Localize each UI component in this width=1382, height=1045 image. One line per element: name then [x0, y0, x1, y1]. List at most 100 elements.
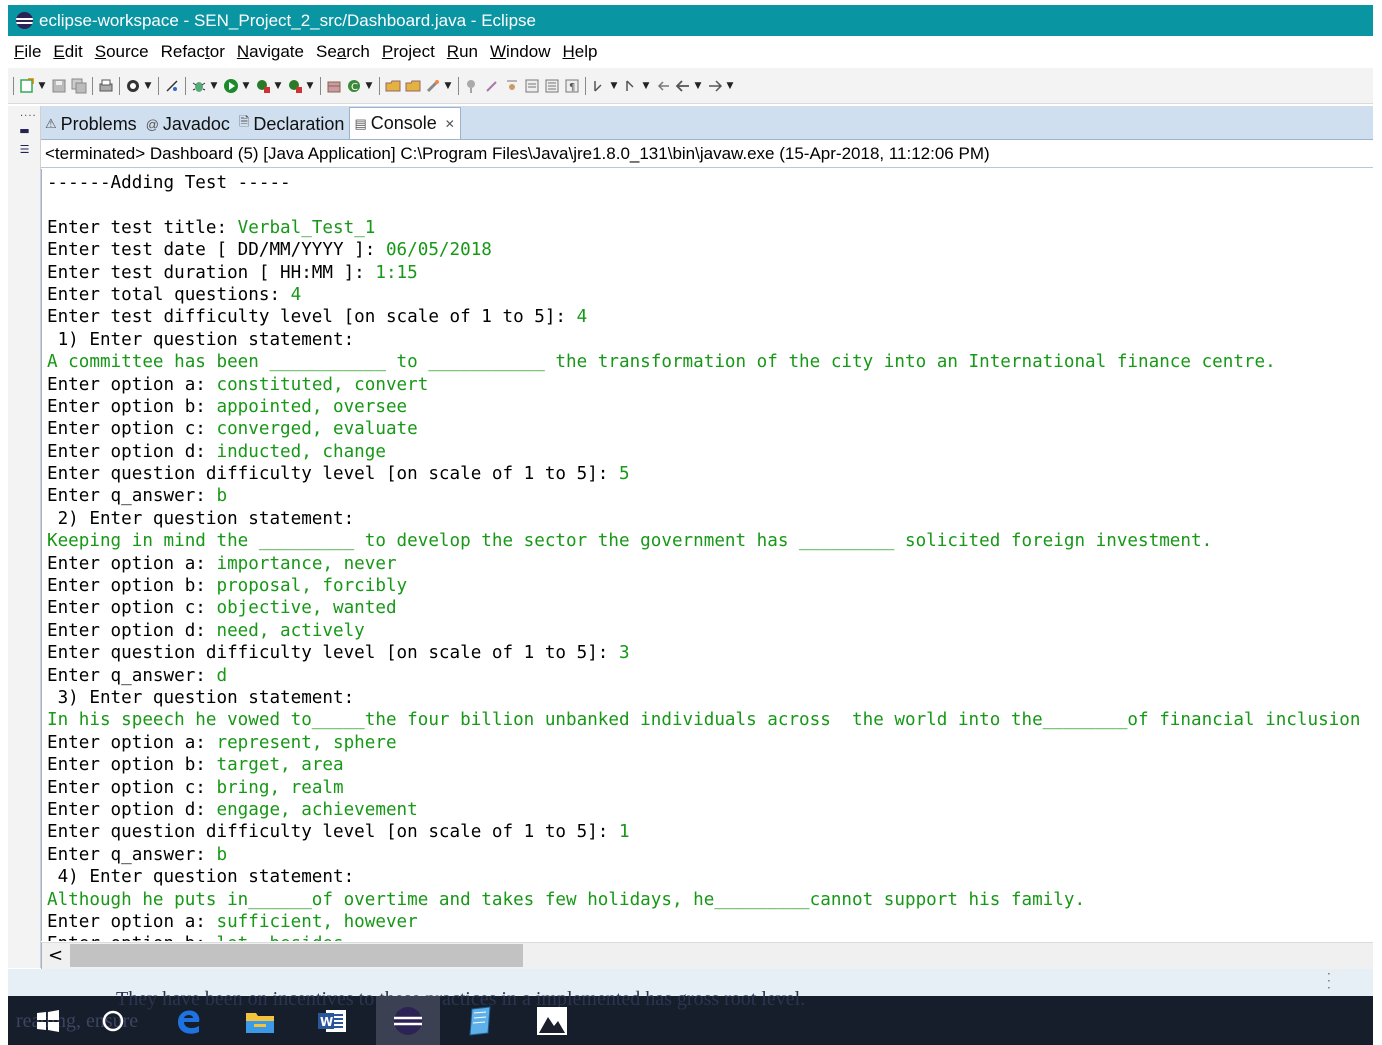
console-prompt-text: Enter test title:	[47, 217, 238, 238]
console-line: Enter question difficulty level [on scal…	[47, 463, 1360, 485]
eclipse-icon[interactable]	[376, 996, 440, 1045]
menu-run[interactable]: Run	[441, 42, 484, 62]
tab-console[interactable]: ▤ Console ✕	[349, 107, 461, 139]
main-toolbar: ▼ ▼ ▼ ▼ ▼ ▼ C ▼ ▼ ¶ ▼ ▼ ▼ ▼	[8, 68, 1373, 104]
console-prompt-text: Enter test date [ DD/MM/YYYY ]:	[47, 240, 386, 261]
back-icon[interactable]	[674, 77, 692, 95]
forward-icon[interactable]	[706, 77, 724, 95]
tab-javadoc[interactable]: @ Javadoc	[142, 109, 235, 139]
print-icon[interactable]	[97, 77, 115, 95]
skip-breakpoints-icon[interactable]	[163, 77, 181, 95]
new-class-dropdown-icon[interactable]: ▼	[364, 77, 374, 95]
console-line: Enter option b: proposal, forcibly	[47, 575, 1360, 597]
edge-icon[interactable]	[170, 1004, 206, 1038]
pin-icon[interactable]	[463, 77, 481, 95]
debug-config-dropdown-icon[interactable]: ▼	[143, 77, 153, 95]
annotation-icon[interactable]	[503, 77, 521, 95]
open-type-icon[interactable]	[384, 77, 402, 95]
console-user-input: b	[216, 844, 228, 865]
open-task-icon[interactable]	[404, 77, 422, 95]
menu-file[interactable]: File	[8, 42, 47, 62]
console-prompt-text: Enter option a:	[47, 374, 217, 395]
save-all-icon[interactable]	[70, 77, 88, 95]
file-explorer-icon[interactable]	[242, 1004, 278, 1038]
previous-annotation-dropdown-icon[interactable]: ▼	[641, 77, 651, 95]
search-dropdown-icon[interactable]: ▼	[443, 77, 453, 95]
toggle-mark-occurrences-icon[interactable]	[523, 77, 541, 95]
console-line: Enter option a: sufficient, however	[47, 911, 1360, 933]
cortana-icon[interactable]	[95, 1004, 131, 1038]
console-user-input: 4	[576, 307, 588, 328]
horizontal-scrollbar[interactable]: <	[41, 942, 1373, 969]
javadoc-icon: @	[145, 116, 159, 132]
menu-edit[interactable]: Edit	[47, 42, 88, 62]
trim-grip-icon[interactable]: ····	[20, 111, 37, 122]
console-prompt-text: Enter total questions:	[47, 284, 291, 305]
toolbar-separator	[92, 76, 93, 95]
console-user-input: Although he puts in______of overtime and…	[47, 889, 1086, 910]
scroll-left-icon[interactable]: <	[48, 945, 63, 966]
new-java-package-icon[interactable]	[325, 77, 343, 95]
menu-search[interactable]: Search	[310, 42, 376, 62]
external-tools-dropdown-icon[interactable]: ▼	[305, 77, 315, 95]
next-annotation-icon[interactable]	[590, 77, 608, 95]
last-edit-location-icon[interactable]	[654, 77, 672, 95]
new-dropdown-icon[interactable]: ▼	[37, 77, 47, 95]
console-output[interactable]: ------Adding Test ----- Enter test title:…	[41, 169, 1373, 941]
notepad-icon[interactable]	[462, 1004, 498, 1038]
minimized-view-icon[interactable]: ▬	[17, 123, 32, 138]
console-user-input: need, actively	[216, 620, 365, 641]
search-icon[interactable]	[424, 77, 442, 95]
console-prompt-text: Enter option c:	[47, 598, 217, 619]
background-document-text: They have been on incentives to these pr…	[116, 988, 806, 1010]
forward-dropdown-icon[interactable]: ▼	[725, 77, 735, 95]
menu-refactor[interactable]: Refactor	[155, 42, 231, 62]
console-line: Enter question difficulty level [on scal…	[47, 821, 1360, 843]
console-user-input: d	[216, 665, 228, 686]
console-line: Enter test title: Verbal_Test_1	[47, 217, 1360, 239]
run-icon[interactable]	[222, 77, 240, 95]
debug-config-icon[interactable]	[124, 77, 142, 95]
scrollbar-thumb[interactable]	[70, 944, 523, 967]
debug-icon[interactable]	[190, 77, 208, 95]
menu-window[interactable]: Window	[484, 42, 556, 62]
console-line: Enter option d: engage, achievement	[47, 799, 1360, 821]
external-tools-icon[interactable]	[286, 77, 304, 95]
console-prompt-text: Enter question difficulty level [on scal…	[47, 822, 619, 843]
save-icon[interactable]	[50, 77, 68, 95]
photos-icon[interactable]	[534, 1004, 570, 1038]
menu-project[interactable]: Project	[376, 42, 441, 62]
console-line: Enter q_answer: b	[47, 844, 1360, 866]
run-dropdown-icon[interactable]: ▼	[241, 77, 251, 95]
tab-label: Javadoc	[162, 113, 230, 134]
block-selection-icon[interactable]	[543, 77, 561, 95]
debug-dropdown-icon[interactable]: ▼	[209, 77, 219, 95]
show-whitespace-icon[interactable]: ¶	[563, 77, 581, 95]
tab-problems[interactable]: ⚠ Problems	[41, 109, 142, 139]
coverage-icon[interactable]	[254, 77, 272, 95]
console-line: A committee has been ___________ to ____…	[47, 351, 1360, 373]
title-bar: eclipse-workspace - SEN_Project_2_src/Da…	[8, 5, 1373, 36]
console-line: In his speech he vowed to_____the four b…	[47, 709, 1360, 731]
close-icon[interactable]: ✕	[445, 117, 455, 131]
console-user-input: 1:15	[375, 262, 418, 283]
next-annotation-dropdown-icon[interactable]: ▼	[609, 77, 619, 95]
tab-declaration[interactable]: 🗎 Declaration	[235, 109, 350, 139]
menu-help[interactable]: Help	[556, 42, 603, 62]
status-grip-icon: · · ·	[1327, 967, 1331, 995]
coverage-dropdown-icon[interactable]: ▼	[273, 77, 283, 95]
console-user-input: 5	[619, 464, 630, 485]
console-prompt-text: 1) Enter question statement:	[47, 329, 355, 350]
previous-annotation-icon[interactable]	[622, 77, 640, 95]
back-dropdown-icon[interactable]: ▼	[693, 77, 703, 95]
toolbar-separator	[13, 76, 14, 95]
pen-icon[interactable]	[483, 77, 501, 95]
new-java-class-icon[interactable]: C	[345, 77, 363, 95]
new-icon[interactable]	[18, 77, 36, 95]
menu-source[interactable]: Source	[89, 42, 155, 62]
menu-navigate[interactable]: Navigate	[231, 42, 310, 62]
outline-view-icon[interactable]: ☰	[17, 142, 32, 157]
word-icon[interactable]: W	[314, 1004, 350, 1038]
console-line: Enter test difficulty level [on scale of…	[47, 306, 1360, 328]
start-icon[interactable]	[30, 1004, 66, 1038]
